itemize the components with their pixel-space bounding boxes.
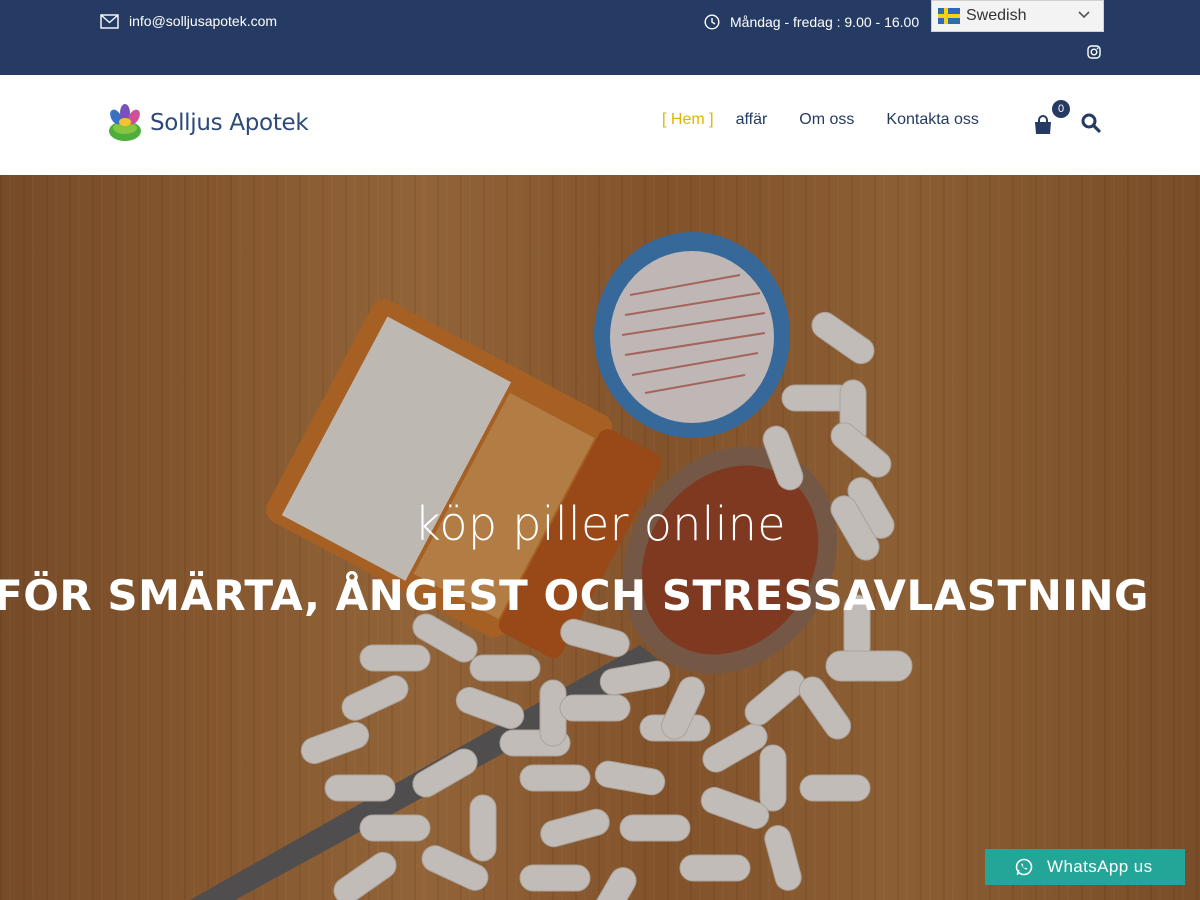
logo-flower-icon [109, 104, 141, 141]
cart-count-badge: 0 [1052, 100, 1070, 118]
hero-banner: köp piller online FÖR SMÄRTA, ÅNGEST OCH… [0, 175, 1200, 900]
chevron-down-icon [1078, 11, 1090, 19]
search-icon[interactable] [1081, 113, 1101, 133]
whatsapp-button[interactable]: WhatsApp us [985, 849, 1185, 885]
hours-text: Måndag - fredag : 9.00 - 16.00 [730, 14, 920, 30]
nav-item-shop[interactable]: affär [736, 111, 768, 129]
whatsapp-label: WhatsApp us [1047, 857, 1153, 876]
nav-bracket-left: [ [662, 111, 671, 128]
sweden-flag-icon [938, 8, 960, 24]
site-header: Solljus Apotek [ Hem ] affär Om oss Kont… [0, 75, 1200, 175]
nav-item-home[interactable]: [ Hem ] [662, 111, 714, 129]
language-select[interactable]: Swedish [931, 0, 1104, 32]
whatsapp-icon [1015, 858, 1033, 876]
nav-home-label: Hem [670, 111, 705, 128]
mail-icon [100, 13, 119, 29]
nav-item-about[interactable]: Om oss [799, 111, 854, 129]
hero-subtitle: köp piller online [414, 497, 786, 551]
logo-text: Solljus Apotek [150, 110, 309, 136]
site-logo[interactable]: Solljus Apotek [106, 104, 309, 142]
main-nav: [ Hem ] affär Om oss Kontakta oss [662, 111, 1011, 129]
nav-item-contact[interactable]: Kontakta oss [886, 111, 979, 129]
nav-bracket-right: ] [704, 111, 714, 128]
hero-title: FÖR SMÄRTA, ÅNGEST OCH STRESSAVLASTNING [0, 571, 1150, 620]
language-label: Swedish [966, 7, 1027, 24]
top-bar: info@solljusapotek.com Måndag - fredag :… [0, 0, 1200, 75]
opening-hours: Måndag - fredag : 9.00 - 16.00 [704, 14, 919, 30]
instagram-icon[interactable] [1086, 44, 1102, 60]
clock-icon [704, 14, 720, 30]
contact-email[interactable]: info@solljusapotek.com [100, 13, 277, 29]
shopping-bag-icon[interactable] [1033, 115, 1053, 135]
email-text[interactable]: info@solljusapotek.com [129, 13, 277, 29]
